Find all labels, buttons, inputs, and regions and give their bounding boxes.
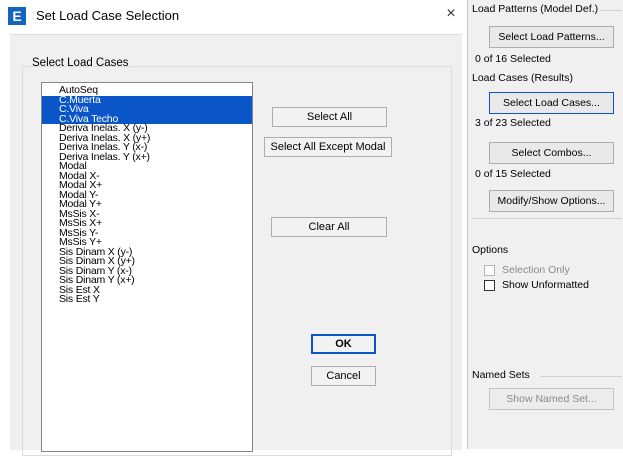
dialog-title: Set Load Case Selection bbox=[36, 8, 180, 23]
selection-only-checkbox[interactable] bbox=[484, 265, 495, 276]
show-unformatted-checkbox[interactable] bbox=[484, 280, 495, 291]
load-cases-label: Load Cases (Results) bbox=[472, 72, 573, 84]
load-patterns-separator bbox=[600, 10, 622, 11]
app-logo-icon: E bbox=[8, 7, 26, 25]
load-patterns-count: 0 of 16 Selected bbox=[475, 53, 551, 65]
options-label: Options bbox=[472, 244, 509, 256]
named-sets-separator bbox=[540, 376, 622, 377]
load-cases-list: AutoSeq C.Muerta C.Viva C.Viva Techo Deriva … bbox=[42, 85, 252, 305]
combos-count: 0 of 15 Selected bbox=[475, 168, 551, 180]
list-item[interactable]: Sis Est Y bbox=[42, 294, 252, 305]
ok-button[interactable]: OK bbox=[311, 334, 376, 354]
load-patterns-label: Load Patterns (Model Def.) bbox=[472, 3, 599, 15]
right-options-panel bbox=[468, 0, 623, 449]
show-named-set-button[interactable]: Show Named Set... bbox=[489, 388, 614, 410]
modify-show-options-button[interactable]: Modify/Show Options... bbox=[489, 190, 614, 212]
load-cases-count: 3 of 23 Selected bbox=[475, 117, 551, 129]
select-all-except-modal-button[interactable]: Select All Except Modal bbox=[264, 137, 392, 157]
close-icon[interactable]: × bbox=[441, 4, 461, 24]
cancel-button[interactable]: Cancel bbox=[311, 366, 376, 386]
select-load-cases-button[interactable]: Select Load Cases... bbox=[489, 92, 614, 114]
select-combos-button[interactable]: Select Combos... bbox=[489, 142, 614, 164]
clear-all-button[interactable]: Clear All bbox=[271, 217, 387, 237]
options-top-separator bbox=[472, 218, 622, 219]
load-cases-listbox[interactable]: AutoSeq C.Muerta C.Viva C.Viva Techo Deriva … bbox=[41, 82, 253, 452]
selection-only-label: Selection Only bbox=[502, 264, 570, 276]
select-load-cases-label: Select Load Cases bbox=[32, 57, 129, 69]
select-all-button[interactable]: Select All bbox=[272, 107, 387, 127]
show-unformatted-label: Show Unformatted bbox=[502, 279, 589, 291]
select-load-patterns-button[interactable]: Select Load Patterns... bbox=[489, 26, 614, 48]
named-sets-label: Named Sets bbox=[472, 369, 530, 381]
